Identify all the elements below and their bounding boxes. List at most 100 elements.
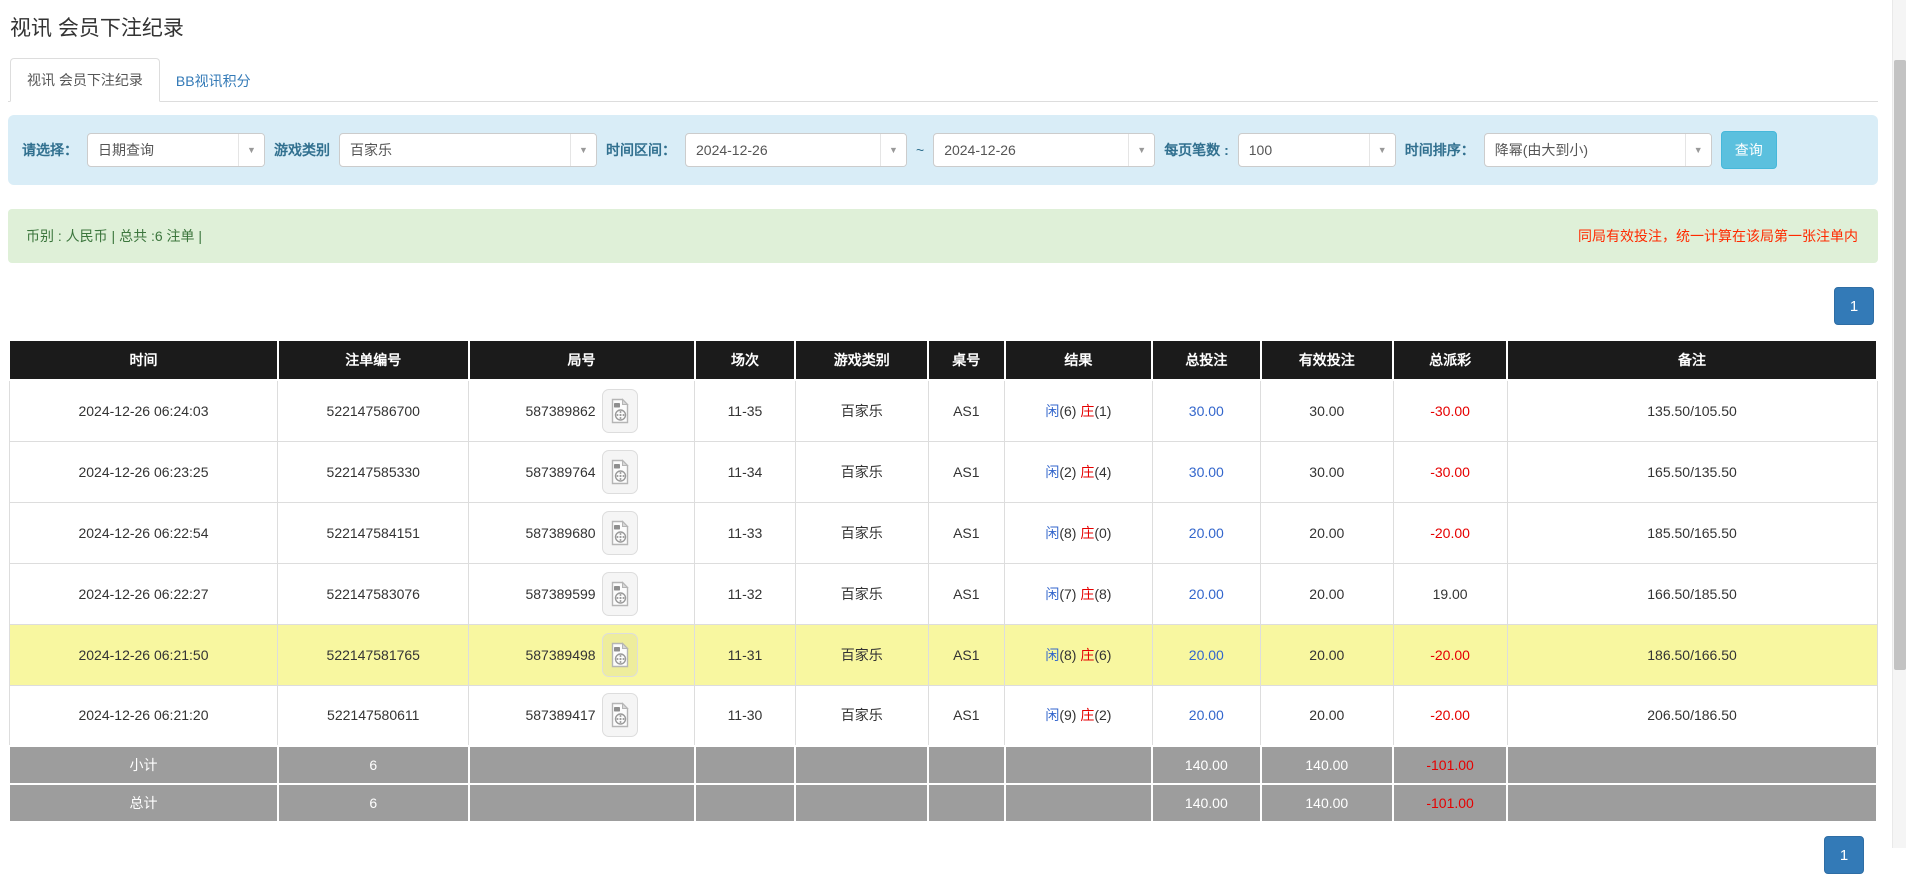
page-1-button[interactable]: 1 bbox=[1834, 287, 1874, 325]
round-id-text: 587389680 bbox=[525, 525, 595, 541]
round-id-group: 587389862 bbox=[475, 389, 688, 433]
footer-empty-cell bbox=[1005, 784, 1153, 822]
table-row: 2024-12-26 06:22:54522147584151587389680… bbox=[9, 502, 1877, 563]
cell-bet-id: 522147581765 bbox=[278, 624, 469, 685]
pagination-top: 1 bbox=[8, 287, 1874, 325]
cell-total-bet: 20.00 bbox=[1152, 563, 1260, 624]
footer-empty-cell bbox=[795, 746, 928, 784]
cell-time: 2024-12-26 06:23:25 bbox=[9, 441, 278, 502]
page-1-button-bottom[interactable]: 1 bbox=[1824, 836, 1864, 874]
footer-label: 总计 bbox=[9, 784, 278, 822]
result-player-score: (7) bbox=[1059, 586, 1080, 602]
search-button[interactable]: 查询 bbox=[1721, 131, 1777, 169]
footer-empty-cell bbox=[695, 784, 796, 822]
result-banker-label: 庄 bbox=[1080, 707, 1094, 723]
result-banker-score: (4) bbox=[1094, 464, 1111, 480]
footer-payout: -101.00 bbox=[1393, 746, 1507, 784]
cell-result: 闲(8) 庄(6) bbox=[1005, 624, 1153, 685]
payout-value: 19.00 bbox=[1433, 586, 1468, 602]
tab-bar: 视讯 会员下注纪录 BB视讯积分 bbox=[8, 58, 1878, 102]
pagination-bottom: 1 bbox=[1824, 836, 1864, 874]
cell-session: 11-32 bbox=[695, 563, 796, 624]
video-replay-button[interactable] bbox=[602, 389, 638, 433]
table-row: 2024-12-26 06:21:20522147580611587389417… bbox=[9, 685, 1877, 746]
round-id-group: 587389498 bbox=[475, 633, 688, 677]
footer-empty-cell bbox=[695, 746, 796, 784]
video-replay-icon bbox=[610, 398, 630, 424]
total-bet-link[interactable]: 20.00 bbox=[1189, 707, 1224, 723]
result-banker-score: (0) bbox=[1094, 525, 1111, 541]
video-replay-button[interactable] bbox=[602, 572, 638, 616]
betting-records-table: 时间注单编号局号场次游戏类别桌号结果总投注有效投注总派彩备注 2024-12-2… bbox=[8, 339, 1878, 823]
filter-bar: 请选择： 日期查询 ▼ 游戏类别 百家乐 ▼ 时间区间： 2024-12-26 … bbox=[8, 115, 1878, 185]
total-bet-link[interactable]: 30.00 bbox=[1189, 464, 1224, 480]
cell-payout: -30.00 bbox=[1393, 441, 1507, 502]
footer-empty-cell bbox=[1507, 784, 1877, 822]
cell-time: 2024-12-26 06:22:54 bbox=[9, 502, 278, 563]
query-type-select[interactable]: 日期查询 ▼ bbox=[87, 133, 265, 167]
video-replay-icon bbox=[610, 459, 630, 485]
page-size-label: 每页笔数 : bbox=[1164, 140, 1229, 160]
video-replay-button[interactable] bbox=[602, 633, 638, 677]
footer-empty-cell bbox=[928, 746, 1005, 784]
result-banker-label: 庄 bbox=[1080, 647, 1094, 663]
game-type-select[interactable]: 百家乐 ▼ bbox=[339, 133, 597, 167]
result-player-score: (2) bbox=[1059, 464, 1080, 480]
sort-order-value: 降幂(由大到小) bbox=[1485, 140, 1685, 160]
result-player-score: (8) bbox=[1059, 647, 1080, 663]
result-player-label: 闲 bbox=[1045, 647, 1059, 663]
footer-empty-cell bbox=[928, 784, 1005, 822]
cell-result: 闲(2) 庄(4) bbox=[1005, 441, 1153, 502]
total-bet-link[interactable]: 30.00 bbox=[1189, 403, 1224, 419]
cell-result: 闲(8) 庄(0) bbox=[1005, 502, 1153, 563]
query-type-value: 日期查询 bbox=[88, 140, 238, 160]
chevron-down-icon: ▼ bbox=[1685, 134, 1711, 166]
total-bet-link[interactable]: 20.00 bbox=[1189, 586, 1224, 602]
cell-bet-id: 522147586700 bbox=[278, 380, 469, 441]
cell-remark: 166.50/185.50 bbox=[1507, 563, 1877, 624]
video-replay-button[interactable] bbox=[602, 693, 638, 737]
cell-time: 2024-12-26 06:21:20 bbox=[9, 685, 278, 746]
cell-game-type: 百家乐 bbox=[795, 380, 928, 441]
video-replay-button[interactable] bbox=[602, 511, 638, 555]
query-type-label: 请选择： bbox=[22, 140, 78, 160]
tab-bb-points[interactable]: BB视讯积分 bbox=[160, 60, 267, 102]
result-banker-score: (2) bbox=[1094, 707, 1111, 723]
cell-valid-bet: 20.00 bbox=[1261, 685, 1394, 746]
scrollbar-thumb[interactable] bbox=[1894, 60, 1906, 670]
payout-value: -20.00 bbox=[1430, 707, 1470, 723]
column-header-valid-bet: 有效投注 bbox=[1261, 340, 1394, 380]
cell-round-id: 587389498 bbox=[469, 624, 695, 685]
cell-payout: 19.00 bbox=[1393, 563, 1507, 624]
cell-remark: 165.50/135.50 bbox=[1507, 441, 1877, 502]
total-bet-link[interactable]: 20.00 bbox=[1189, 525, 1224, 541]
sort-order-select[interactable]: 降幂(由大到小) ▼ bbox=[1484, 133, 1712, 167]
footer-payout: -101.00 bbox=[1393, 784, 1507, 822]
cell-valid-bet: 20.00 bbox=[1261, 502, 1394, 563]
tab-betting-records[interactable]: 视讯 会员下注纪录 bbox=[10, 58, 160, 102]
round-id-group: 587389764 bbox=[475, 450, 688, 494]
date-to-select[interactable]: 2024-12-26 ▼ bbox=[933, 133, 1155, 167]
cell-table-no: AS1 bbox=[928, 380, 1005, 441]
chevron-down-icon: ▼ bbox=[570, 134, 596, 166]
footer-empty-cell bbox=[469, 746, 695, 784]
cell-result: 闲(7) 庄(8) bbox=[1005, 563, 1153, 624]
page-size-select[interactable]: 100 ▼ bbox=[1238, 133, 1396, 167]
cell-session: 11-35 bbox=[695, 380, 796, 441]
cell-table-no: AS1 bbox=[928, 502, 1005, 563]
cell-game-type: 百家乐 bbox=[795, 563, 928, 624]
cell-valid-bet: 30.00 bbox=[1261, 380, 1394, 441]
cell-remark: 135.50/105.50 bbox=[1507, 380, 1877, 441]
footer-bet-count: 6 bbox=[278, 784, 469, 822]
result-banker-label: 庄 bbox=[1080, 403, 1094, 419]
footer-valid-bet: 140.00 bbox=[1261, 784, 1394, 822]
cell-payout: -30.00 bbox=[1393, 380, 1507, 441]
total-bet-link[interactable]: 20.00 bbox=[1189, 647, 1224, 663]
result-banker-label: 庄 bbox=[1080, 586, 1094, 602]
cell-round-id: 587389599 bbox=[469, 563, 695, 624]
currency-summary: 币别 : 人民币 | 总共 :6 注单 | bbox=[26, 226, 202, 246]
column-header-table-no: 桌号 bbox=[928, 340, 1005, 380]
video-replay-button[interactable] bbox=[602, 450, 638, 494]
date-from-select[interactable]: 2024-12-26 ▼ bbox=[685, 133, 907, 167]
cell-session: 11-30 bbox=[695, 685, 796, 746]
